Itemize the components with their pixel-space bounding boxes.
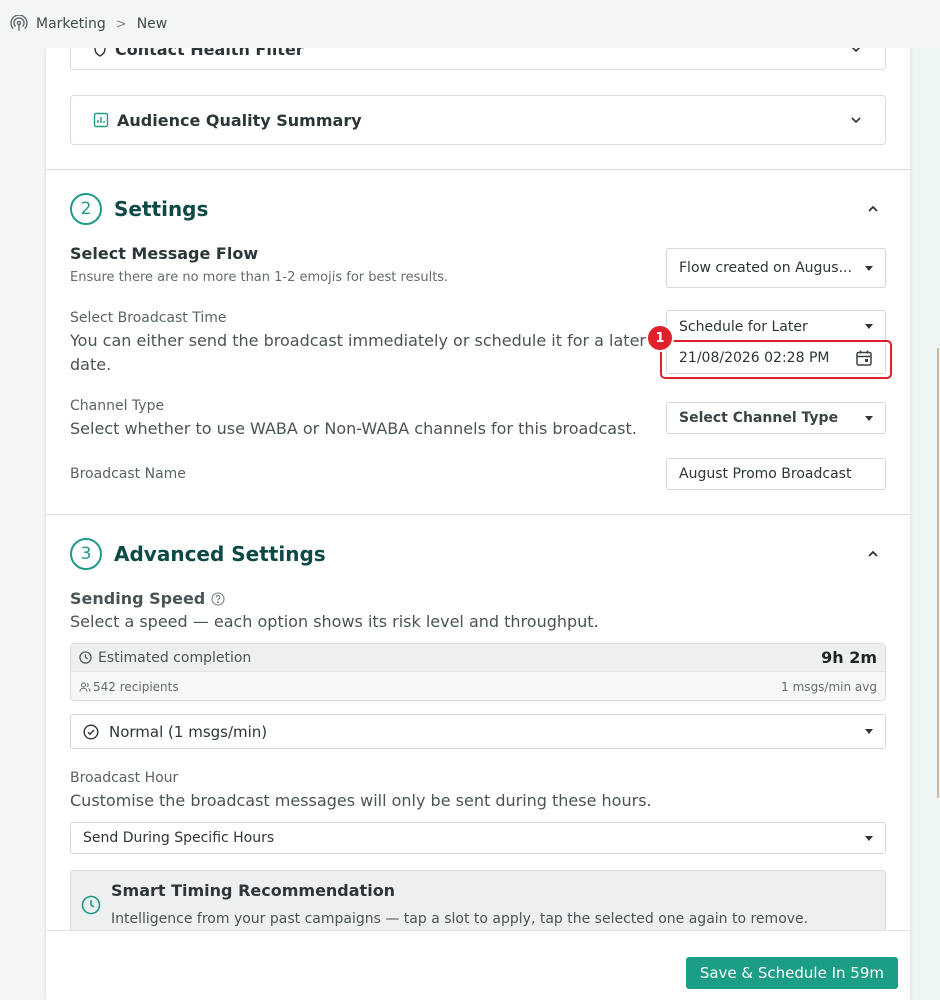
contact-health-title: Contact Health Filter [115,48,304,59]
check-circle-icon [83,723,99,740]
message-flow-label: Select Message Flow [70,244,259,263]
caret-down-icon [865,835,873,841]
smart-timing-description: Intelligence from your past campaigns — … [111,911,809,927]
message-flow-value: Flow created on Augus... [679,260,852,276]
section-divider [46,514,910,515]
annotation-highlight [660,340,892,379]
sending-speed-select[interactable]: Normal (1 msgs/min) [70,714,886,749]
broadcast-hour-value: Send During Specific Hours [83,830,275,846]
chevron-down-icon[interactable] [849,113,863,127]
section-title: Advanced Settings [114,542,326,566]
estimate-details: 542 recipients 1 msgs/min avg [71,674,885,700]
settings-section-header[interactable]: 2 Settings [70,193,208,225]
chevron-up-icon[interactable] [866,202,880,216]
channel-type-value: Select Channel Type [679,410,839,426]
breadcrumb-separator: > [115,16,127,32]
chevron-up-icon[interactable] [866,547,880,561]
clock-icon [79,651,92,664]
background-panel [910,48,940,1000]
broadcast-hour-description: Customise the broadcast messages will on… [70,791,652,810]
broadcast-icon [10,15,28,33]
section-title: Settings [114,197,209,221]
estimate-value: 9h 2m [821,648,877,667]
sending-speed-label-row: Sending Speed [70,589,225,608]
breadcrumb-item-new: New [136,16,168,32]
broadcast-hour-select[interactable]: Send During Specific Hours [70,822,886,854]
message-flow-select[interactable]: Flow created on Augus... [666,248,886,288]
users-icon [79,681,91,693]
sending-speed-description: Select a speed — each option shows its r… [70,612,599,631]
send-rate: 1 msgs/min avg [781,680,877,694]
smart-timing-title: Smart Timing Recommendation [111,881,396,900]
annotation-badge: 1 [646,324,674,352]
broadcast-hour-label: Broadcast Hour [70,770,179,786]
broadcast-form-card: Contact Health Filter Audience Quality S… [46,48,910,1000]
estimate-panel: Estimated completion 9h 2m 542 recipient… [70,643,886,701]
audience-quality-accordion[interactable]: Audience Quality Summary [70,95,886,145]
advanced-section-header[interactable]: 3 Advanced Settings [70,538,326,570]
caret-down-icon [865,324,873,329]
broadcast-time-description-line2: date. [70,355,112,374]
section-number: 3 [70,538,102,570]
broadcast-name-value: August Promo Broadcast [679,466,852,482]
form-footer: Save & Schedule In 59m [46,930,910,1000]
shield-icon [93,48,107,57]
channel-type-select[interactable]: Select Channel Type [666,402,886,434]
contact-health-accordion[interactable]: Contact Health Filter [70,48,886,70]
broadcast-time-description-line1: You can either send the broadcast immedi… [70,331,646,350]
broadcast-time-value: Schedule for Later [679,318,808,335]
caret-down-icon [865,729,873,734]
chart-icon [93,112,109,128]
sending-speed-label: Sending Speed [70,589,206,608]
chevron-down-icon[interactable] [849,48,863,56]
breadcrumb-item-marketing[interactable]: Marketing [36,16,106,32]
recipients-count: 542 recipients [93,680,179,694]
caret-down-icon [865,415,873,421]
breadcrumb: Marketing > New [0,0,940,48]
section-divider [46,169,910,170]
audience-quality-title: Audience Quality Summary [117,110,362,130]
sending-speed-value: Normal (1 msgs/min) [109,722,268,741]
estimate-label: Estimated completion [98,649,252,666]
channel-type-description: Select whether to use WABA or Non-WABA c… [70,419,637,438]
help-icon[interactable] [211,591,225,606]
broadcast-time-description: You can either send the broadcast immedi… [70,329,646,377]
section-number: 2 [70,193,102,225]
caret-down-icon [865,265,873,271]
estimate-header: Estimated completion 9h 2m [71,644,885,672]
message-flow-description: Ensure there are no more than 1-2 emojis… [70,270,449,285]
save-schedule-button[interactable]: Save & Schedule In 59m [685,957,898,989]
clock-icon [81,895,101,915]
broadcast-time-label: Select Broadcast Time [70,310,227,326]
broadcast-name-label: Broadcast Name [70,466,186,482]
channel-type-label: Channel Type [70,398,165,414]
broadcast-time-select[interactable]: Schedule for Later [666,310,886,342]
broadcast-name-input[interactable]: August Promo Broadcast [666,458,886,490]
